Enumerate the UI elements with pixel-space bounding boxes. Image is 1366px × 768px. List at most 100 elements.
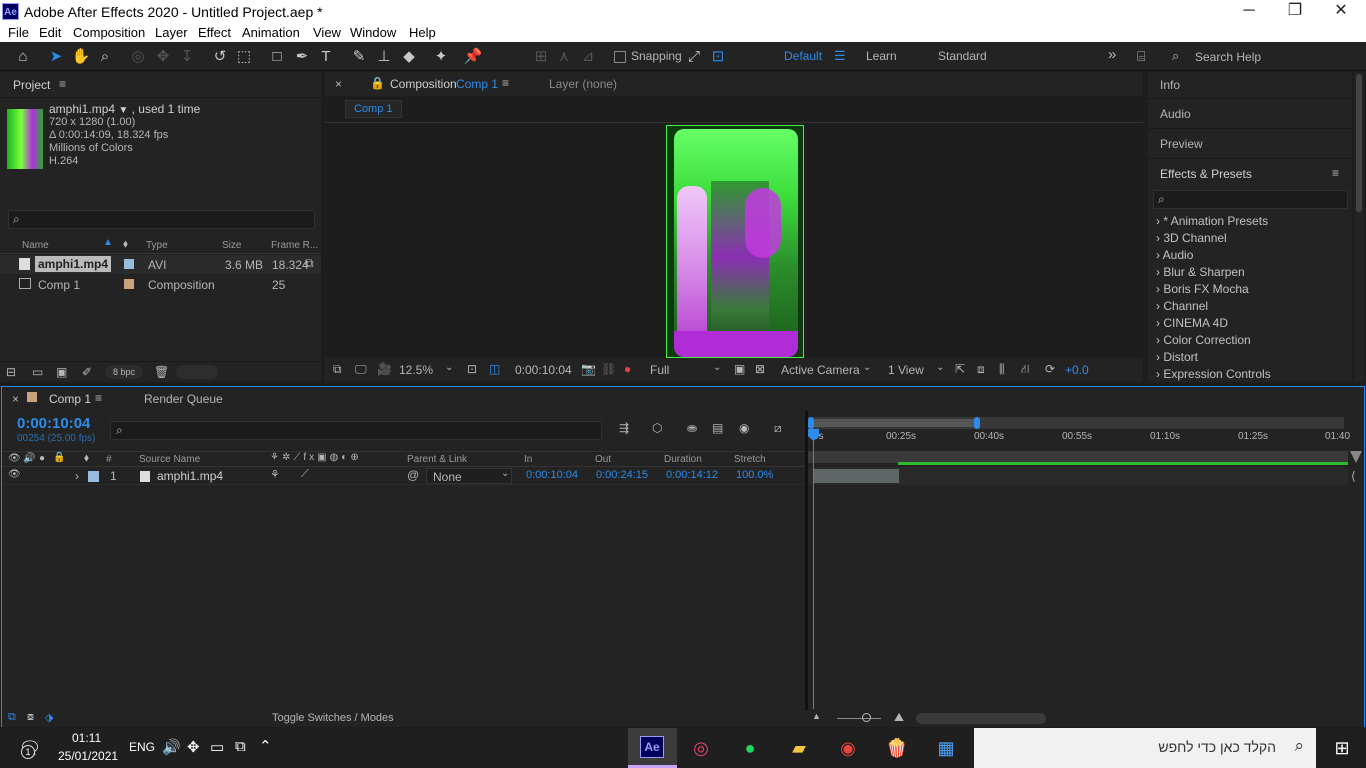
audio-panel[interactable]: Audio	[1148, 100, 1352, 129]
pan-behind-icon[interactable]: ⬚	[233, 46, 255, 68]
eraser-tool-icon[interactable]: ◆	[398, 46, 420, 68]
work-area-start-handle[interactable]	[808, 417, 814, 429]
taskbar-time[interactable]: 01:11	[72, 731, 101, 745]
reset-exposure-icon[interactable]: ⟳	[1045, 362, 1055, 376]
taskbar-search-box[interactable]: הקלד כאן כדי לחפש ⌕	[974, 728, 1316, 768]
comp-breadcrumb[interactable]: Comp 1	[345, 100, 402, 118]
column-name[interactable]: Name	[22, 240, 49, 251]
orbit-camera-icon[interactable]: ◎	[127, 46, 149, 68]
layer-duration-bar[interactable]	[814, 469, 899, 483]
layer-row[interactable]: 👁 › 1 amphi1.mp4 ⚘ ⟋ @ None ⌄ 0:00:10:04…	[2, 468, 805, 485]
zoom-dropdown[interactable]: 12.5% ⌄	[399, 362, 457, 378]
column-number[interactable]: #	[106, 454, 112, 465]
column-type[interactable]: Type	[146, 240, 168, 251]
panel-menu-icon[interactable]: ≡	[59, 77, 66, 91]
composition-viewer-frame[interactable]	[666, 125, 804, 358]
info-panel-label[interactable]: Info	[1160, 78, 1180, 92]
effects-category[interactable]: › CINEMA 4D	[1156, 316, 1228, 330]
rectangle-tool-icon[interactable]: □	[266, 46, 288, 68]
effects-category[interactable]: › Boris FX Mocha	[1156, 282, 1249, 296]
menu-help[interactable]: Help	[409, 25, 436, 40]
in-out-panes-icon[interactable]: ⬗	[45, 711, 53, 724]
audio-icon[interactable]: 🔊	[23, 453, 35, 464]
workspace-standard[interactable]: Standard	[938, 49, 987, 63]
sync-settings-icon[interactable]: ⌸	[1137, 48, 1145, 65]
comp-navigator-bar[interactable]	[808, 451, 1348, 465]
workspace-menu-icon[interactable]: ☰	[834, 48, 846, 64]
work-area-bar[interactable]	[808, 417, 1344, 429]
composition-mini-flowchart-icon[interactable]: ⇶	[619, 421, 629, 435]
effects-search-input[interactable]: ⌕	[1153, 190, 1348, 209]
hand-tool-icon[interactable]: ✋	[70, 46, 92, 68]
solo-icon[interactable]: ●	[39, 453, 45, 464]
motion-blur-icon[interactable]: ◉	[739, 421, 749, 435]
project-item-name[interactable]: amphi1.mp4	[35, 256, 112, 272]
layer-end-handle-icon[interactable]: ⟨	[1351, 469, 1356, 483]
time-ruler[interactable]: 0s 00:25s 00:40s 00:55s 01:10s 01:25s 01…	[808, 431, 1354, 449]
layer-duration[interactable]: 0:00:14:12	[666, 469, 718, 481]
show-hidden-icons[interactable]: ⌃	[259, 737, 272, 755]
snapping-checkbox[interactable]	[614, 51, 626, 63]
menu-file[interactable]: File	[8, 25, 29, 40]
snap-edges-icon[interactable]: ⤢	[683, 46, 705, 68]
effects-category[interactable]: › Blur & Sharpen	[1156, 265, 1245, 279]
effects-category[interactable]: › 3D Channel	[1156, 231, 1227, 245]
label-color-swatch[interactable]	[124, 259, 134, 269]
composition-tab-comp[interactable]: Comp 1	[456, 77, 498, 91]
menu-view[interactable]: View	[313, 25, 341, 40]
channel-icon[interactable]: ●	[624, 362, 631, 376]
effects-category[interactable]: › Audio	[1156, 248, 1193, 262]
project-row[interactable]: Comp 1 Composition 25	[0, 275, 321, 294]
layer-switches-icon[interactable]: ⧉	[8, 711, 16, 724]
workspace-default[interactable]: Default	[784, 49, 822, 63]
label-color-swatch[interactable]	[124, 279, 134, 289]
workspace-learn[interactable]: Learn	[866, 49, 897, 63]
ram-preview-icon[interactable]: 🎥	[377, 362, 392, 376]
region-of-interest-icon[interactable]: ◫	[489, 362, 500, 376]
menu-layer[interactable]: Layer	[155, 25, 188, 40]
zoom-tool-icon[interactable]: ⌕	[94, 46, 116, 68]
local-axis-icon[interactable]: ⊞	[530, 46, 552, 68]
clone-stamp-icon[interactable]: ⊥	[373, 46, 395, 68]
pan-camera-icon[interactable]: ✥	[152, 46, 174, 68]
graph-editor-icon[interactable]: ⧄	[774, 421, 782, 436]
menu-effect[interactable]: Effect	[198, 25, 231, 40]
pick-whip-icon[interactable]: @	[407, 468, 419, 482]
project-row[interactable]: amphi1.mp4 AVI 3.6 MB 18.324 ⧉	[0, 255, 321, 274]
views-dropdown[interactable]: 1 View ⌄	[888, 362, 950, 377]
layer-out-time[interactable]: 0:00:24:15	[596, 469, 648, 481]
pen-tool-icon[interactable]: ✒	[291, 46, 313, 68]
shy-layers-icon[interactable]: ⛂	[687, 421, 697, 435]
work-area-range[interactable]	[813, 419, 975, 427]
panel-menu-icon[interactable]: ≡	[95, 391, 102, 405]
right-scrollbar[interactable]	[1354, 72, 1364, 382]
interpret-footage-icon[interactable]: ⊟	[6, 365, 16, 379]
timeline-end-marker[interactable]	[1350, 451, 1362, 463]
calculator-icon[interactable]: ▦	[926, 732, 966, 764]
monitor-icon[interactable]: 🖵	[355, 362, 367, 377]
column-frame-rate[interactable]: Frame R...	[271, 240, 318, 251]
camera-dropdown[interactable]: Active Camera ⌄	[781, 362, 875, 377]
adobe-dynamic-link-icon[interactable]: ✐	[82, 365, 92, 379]
project-item-name[interactable]: Comp 1	[38, 278, 80, 292]
zoom-slider-track[interactable]	[837, 718, 881, 719]
layer-tab[interactable]: Layer (none)	[549, 77, 617, 91]
menu-edit[interactable]: Edit	[39, 25, 61, 40]
fast-previews-icon[interactable]: ▣	[734, 362, 745, 376]
flowchart-icon[interactable]: ⧉	[305, 256, 314, 271]
close-tab-icon[interactable]: ×	[335, 77, 342, 91]
menu-composition[interactable]: Composition	[73, 25, 145, 40]
toggle-switches-modes[interactable]: Toggle Switches / Modes	[272, 712, 394, 724]
audio-panel-label[interactable]: Audio	[1160, 107, 1191, 121]
selection-tool-icon[interactable]: ➤	[45, 46, 67, 68]
effects-category[interactable]: › Color Correction	[1156, 333, 1251, 347]
windows-start-icon[interactable]: ⊞	[1322, 732, 1362, 764]
eye-icon[interactable]: 👁	[8, 453, 21, 464]
taskbar-app-after-effects[interactable]: Ae	[628, 728, 677, 768]
menu-window[interactable]: Window	[350, 25, 396, 40]
snapshot-icon[interactable]: 📷	[581, 362, 596, 376]
project-tab-label[interactable]: Project	[13, 78, 50, 92]
timeline-icon[interactable]: ⫼	[999, 362, 1005, 377]
puppet-pin-icon[interactable]: 📌	[462, 46, 484, 68]
column-size[interactable]: Size	[222, 240, 241, 251]
